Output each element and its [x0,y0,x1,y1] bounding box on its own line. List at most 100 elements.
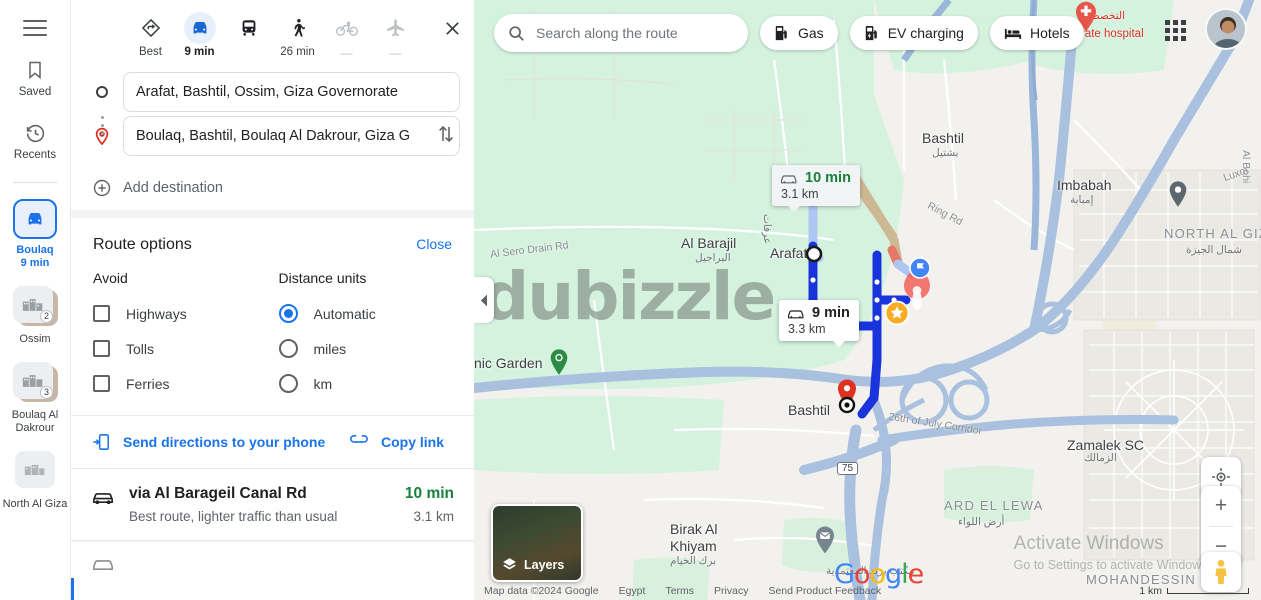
alternate-route-distance: 3.1 km [781,187,819,201]
route-options-body: Avoid Highways Tolls Ferries Distance un… [71,254,474,411]
zoom-in-button[interactable]: + [1201,486,1241,526]
radio-miles[interactable]: miles [278,331,453,366]
checkbox-ferries[interactable]: Ferries [93,366,267,401]
poi-marker-post-office[interactable] [814,525,836,555]
thumb-front [15,451,55,488]
checkbox-box [93,340,110,357]
car-icon [183,12,216,44]
route-options-close-link[interactable]: Close [416,236,452,252]
route-options-header: Route options Close [71,218,474,254]
tab-driving[interactable]: 9 min [175,8,224,58]
alternate-route-bubble[interactable]: 10 min 3.1 km [772,165,860,212]
tab-best-route[interactable]: Best [126,8,175,58]
route-duration: 10 min [404,485,454,502]
share-row: Send directions to your phone Copy link [71,416,474,468]
apps-grid-icon[interactable] [1157,12,1193,48]
attrib-link-terms[interactable]: Terms [665,585,694,597]
car-icon [787,310,804,319]
swap-vertical-icon[interactable] [428,116,464,152]
route-result-row-partial[interactable] [71,541,474,595]
rail-dest-badge: 3 [40,386,53,399]
destination-input[interactable] [123,116,460,156]
rail-destination-north-al-giza[interactable]: North Al Giza [2,451,68,511]
chip-ev-charging[interactable]: EV charging [849,16,978,50]
hamburger-menu-icon[interactable] [23,20,47,36]
close-directions-button[interactable] [430,8,474,48]
rail-destination-boulaq-al-dakrour[interactable]: 3 Boulaq Al Dakrour [2,362,68,435]
origin-input[interactable] [123,72,460,112]
route-result-row[interactable]: via Al Barageil Canal Rd Best route, lig… [71,469,474,540]
selected-route-bubble[interactable]: 9 min 3.3 km [779,300,859,347]
rail-dest-3-name: North Al Giza [2,498,68,510]
checkbox-tolls-label: Tolls [126,340,155,357]
checkbox-tolls[interactable]: Tolls [93,331,267,366]
search-input[interactable] [536,25,734,41]
add-destination-button[interactable]: Add destination [71,166,474,210]
send-directions-to-phone-button[interactable]: Send directions to your phone [91,432,325,452]
walk-icon [282,12,314,44]
tab-driving-label: 9 min [184,46,215,58]
chip-ev-charging-label: EV charging [887,25,964,41]
radio-km[interactable]: km [278,366,453,401]
sidebar-label-recents: Recents [13,149,57,161]
route-options-title: Route options [93,236,192,253]
poi-marker-flag[interactable] [909,257,931,279]
search-along-route-box[interactable] [494,14,748,52]
tab-flights-label: — [389,46,402,60]
copy-link-button[interactable]: Copy link [349,432,444,452]
route-description: Best route, lighter traffic than usual [129,509,338,524]
directions-panel: Best 9 min 26 min — — Arafat, Bashtil, O… [71,0,474,600]
poi-marker-zamalek[interactable] [1168,180,1188,208]
plane-icon [380,12,412,44]
rail-dest-1-name: Ossim [19,333,51,345]
radio-automatic-label: Automatic [313,305,376,322]
destination-row [71,114,474,158]
car-icon [91,485,119,524]
attrib-link-egypt[interactable]: Egypt [619,585,646,597]
send-to-phone-icon [91,432,111,452]
poi-marker-garden[interactable] [549,348,569,376]
attrib-link-privacy[interactable]: Privacy [714,585,748,597]
bubble-top-row: 9 min [787,305,850,321]
tab-walking[interactable]: 26 min [273,8,322,58]
origin-marker[interactable] [805,245,823,263]
rail-destination-boulaq[interactable]: Boulaq 9 min [2,199,68,270]
sidebar-item-recents[interactable]: Recents [4,121,66,162]
bubble-tail [788,206,800,212]
alternate-route-time: 10 min [805,170,851,186]
chevron-left-icon [480,294,487,306]
layers-row: Layers [502,557,564,572]
circle-outline-icon [91,85,113,99]
radio-automatic[interactable]: Automatic [278,296,453,331]
radio-button [278,374,298,393]
panel-scroll-indicator [71,578,74,600]
radio-button [278,339,298,358]
tab-cycling[interactable]: — [322,8,371,60]
tab-walking-label: 26 min [280,46,315,58]
chip-gas-label: Gas [798,25,824,41]
collapse-panel-button[interactable] [474,277,494,323]
rail-dest-0-time: 9 min [20,257,50,269]
map-canvas[interactable]: 75 Al Sero Drain Rd Al Barajil البراجيل … [474,0,1261,600]
bookmark-icon [23,58,47,82]
layers-button[interactable]: Layers [491,504,583,582]
origin-row [71,70,474,114]
distance-units-column: Distance units Automatic miles km [267,270,453,401]
chip-gas[interactable]: Gas [760,16,838,50]
tab-transit[interactable] [224,8,273,46]
checkbox-highways[interactable]: Highways [93,296,267,331]
user-avatar[interactable] [1205,8,1247,50]
rail-destination-ossim[interactable]: 2 Ossim [2,286,68,346]
tab-flights[interactable]: — [371,8,420,60]
sidebar-item-saved[interactable]: Saved [4,58,66,99]
chip-hotels[interactable]: Hotels [989,16,1084,50]
highway-shield-75: 75 [837,462,859,475]
checkbox-highways-label: Highways [126,305,187,322]
plus-circle-icon [91,178,113,198]
tab-best-label: Best [138,46,162,58]
distance-units-title: Distance units [278,270,367,286]
map-top-toolbar: Gas EV charging [494,14,1084,52]
attrib-link-feedback[interactable]: Send Product Feedback [768,585,881,597]
poi-marker-star[interactable] [884,300,910,326]
avoid-title: Avoid [93,270,128,286]
